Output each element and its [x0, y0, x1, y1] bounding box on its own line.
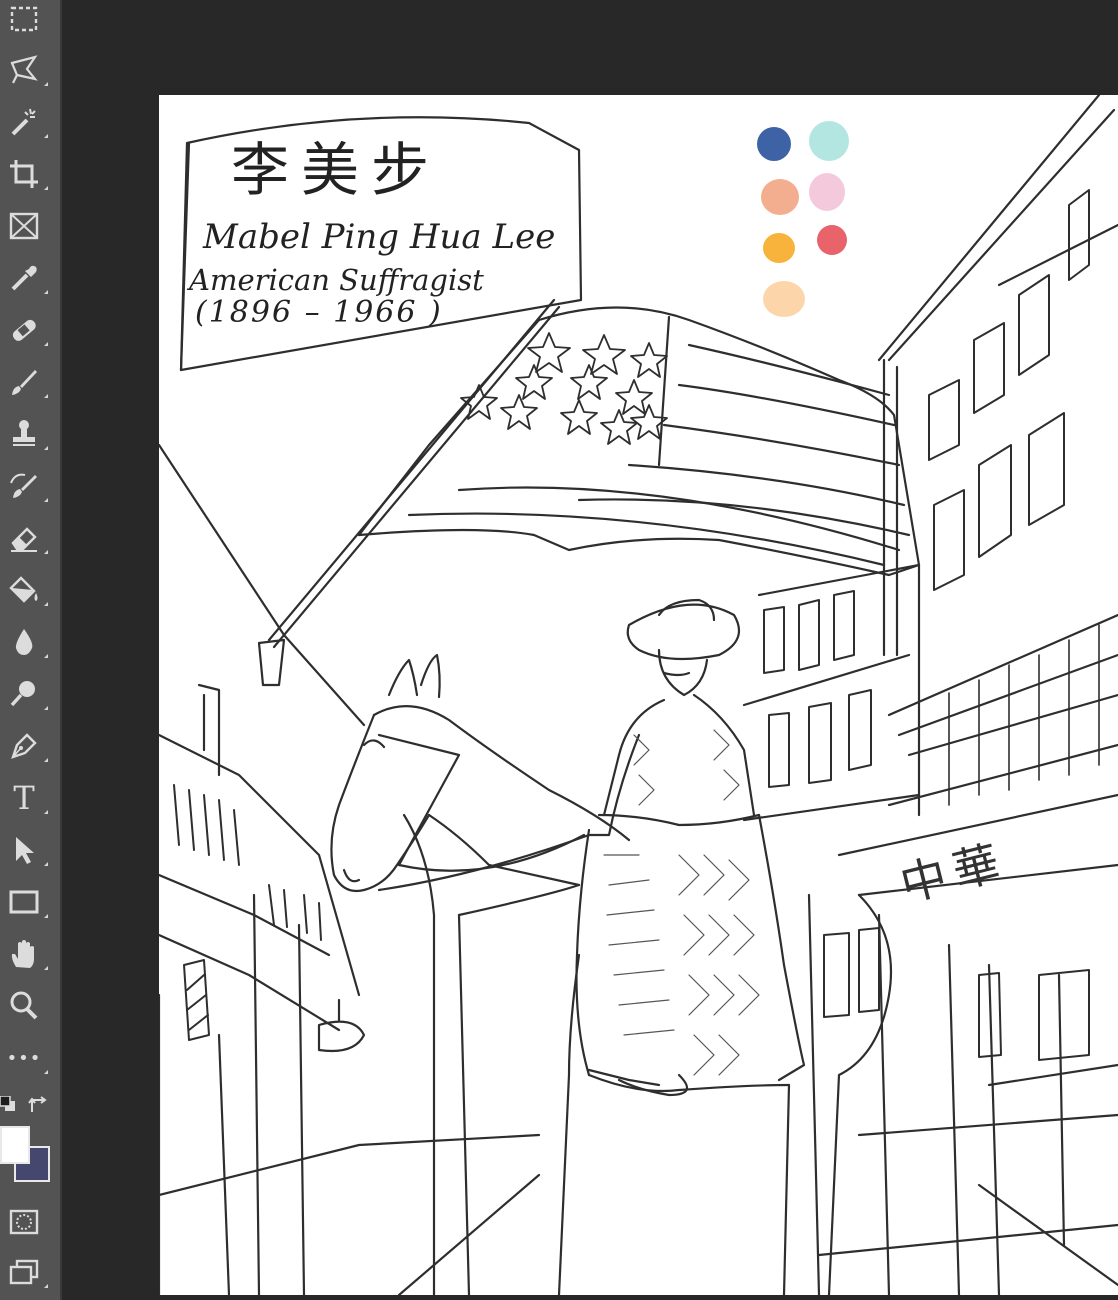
magic-wand-tool[interactable] [4, 102, 48, 142]
default-colors-icon[interactable] [0, 1095, 16, 1112]
caption-english-name: Mabel Ping Hua Lee [203, 217, 556, 257]
edit-toolbar-button[interactable]: ••• [4, 1038, 48, 1078]
hand-icon [11, 940, 34, 968]
dodge-tool[interactable] [4, 674, 48, 714]
quick-mask-button[interactable] [4, 1202, 44, 1242]
stamp-icon [13, 420, 35, 446]
paint-bucket-icon [9, 576, 38, 603]
rectangle-icon [9, 890, 39, 914]
zoom-icon [10, 991, 38, 1020]
palette-swatch-yellow [763, 233, 795, 263]
crop-icon [10, 160, 38, 188]
crop-tool[interactable] [4, 154, 48, 194]
swap-colors-icon[interactable] [28, 1094, 50, 1116]
frame-tool[interactable] [4, 206, 44, 246]
palette-swatch-cream [763, 281, 805, 317]
caption-chinese-name: 李美步 [231, 136, 442, 204]
dodge-icon [10, 681, 35, 707]
eraser-tool[interactable] [4, 518, 48, 558]
clone-stamp-tool[interactable] [4, 414, 48, 454]
type-tool[interactable]: T [4, 778, 48, 818]
screen-mode-button[interactable] [4, 1252, 48, 1292]
palette-swatch-red [817, 225, 847, 255]
caption-role: American Suffragist [189, 263, 484, 297]
polygonal-lasso-tool[interactable] [4, 50, 48, 90]
palette-swatch-blue [757, 127, 791, 161]
document-canvas[interactable]: 李美步 Mabel Ping Hua Lee American Suffragi… [159, 95, 1118, 1295]
tools-panel: T ••• [0, 0, 62, 1300]
bandage-icon [12, 319, 36, 341]
drop-icon [15, 629, 33, 655]
eraser-icon [11, 527, 37, 552]
brush-tool[interactable] [4, 362, 48, 402]
pen-tool[interactable] [4, 726, 48, 766]
lasso-icon [10, 55, 38, 84]
history-brush-icon [10, 473, 37, 498]
palette-swatch-pink [809, 173, 845, 211]
marquee-icon [10, 6, 38, 32]
blur-tool[interactable] [4, 622, 48, 662]
brush-icon [12, 370, 37, 395]
screen-mode-icon [9, 1259, 39, 1285]
paint-bucket-tool[interactable] [4, 570, 48, 610]
caption-years: (1896 – 1966 ) [195, 295, 443, 330]
rectangle-tool[interactable] [4, 882, 48, 922]
type-icon: T [13, 779, 35, 817]
pen-icon [11, 733, 37, 759]
path-selection-tool[interactable] [4, 830, 48, 870]
spot-healing-tool[interactable] [4, 310, 48, 350]
magic-wand-icon [11, 108, 36, 136]
frame-icon [9, 212, 39, 240]
palette-swatch-aqua [809, 121, 849, 161]
foreground-color-swatch[interactable] [0, 1126, 30, 1164]
eyedropper-tool[interactable] [4, 258, 48, 298]
hand-tool[interactable] [4, 934, 48, 974]
quick-mask-icon [9, 1209, 39, 1235]
eyedropper-icon [11, 265, 37, 291]
zoom-tool[interactable] [4, 986, 44, 1026]
ellipsis-icon: ••• [6, 1047, 42, 1069]
rectangular-marquee-tool[interactable] [4, 0, 44, 40]
palette-swatch-peach [761, 179, 799, 215]
arrow-icon [16, 837, 34, 864]
history-brush-tool[interactable] [4, 466, 48, 506]
